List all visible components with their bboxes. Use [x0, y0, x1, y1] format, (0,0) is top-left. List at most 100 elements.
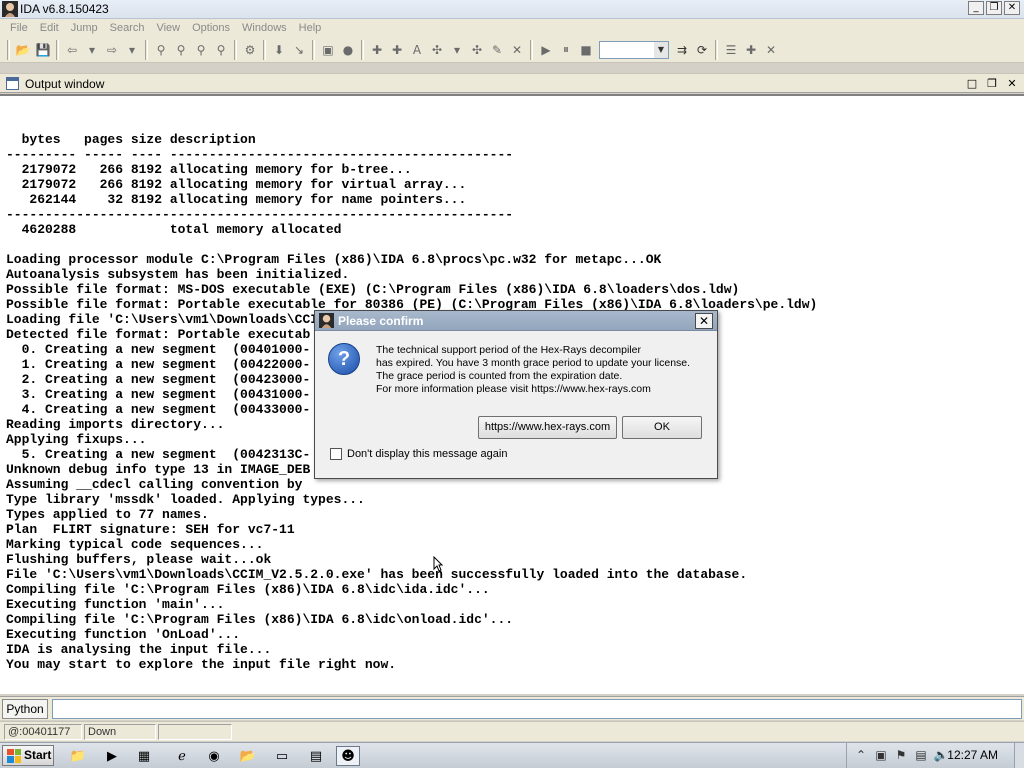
ida-taskbar-icon[interactable]: ☻ [336, 746, 360, 766]
media-player-icon[interactable]: ▶ [100, 746, 124, 766]
network-icon[interactable]: ▤ [913, 747, 929, 763]
log-line: 262144 32 8192 allocating memory for nam… [6, 192, 467, 207]
patch-icon[interactable]: ✎ [487, 40, 507, 60]
back-dropdown-icon[interactable]: ▾ [82, 40, 102, 60]
toolbar-separator [530, 39, 533, 60]
image-icon[interactable]: ▣ [318, 40, 338, 60]
internet-explorer-icon[interactable]: ℯ [170, 746, 194, 766]
menu-view[interactable]: View [150, 22, 186, 34]
stop-icon[interactable]: ■ [576, 40, 596, 60]
log-line: ----------------------------------------… [6, 207, 514, 222]
output-restore-button[interactable]: ❐ [984, 76, 1000, 91]
python-input[interactable] [52, 699, 1022, 719]
windows-logo-icon [7, 748, 21, 763]
tray-app-icon[interactable]: ▣ [873, 747, 889, 763]
toolbar-separator [312, 39, 315, 60]
code-icon[interactable]: ✚ [367, 40, 387, 60]
attach-icon[interactable]: ⇉ [672, 40, 692, 60]
log-line: Assuming __cdecl calling convention by [6, 477, 303, 492]
output-window-title: Output window [25, 77, 105, 91]
show-desktop-button[interactable] [1014, 743, 1024, 768]
system-tray: ⌃ ▣ ⚑ ▤ 🔈 12:27 AM [846, 743, 1024, 768]
ok-button[interactable]: OK [622, 416, 702, 439]
add-breakpoint-icon[interactable]: ✚ [741, 40, 761, 60]
start-button[interactable]: Start [2, 745, 54, 766]
down-arrow-icon[interactable]: ⬇ [269, 40, 289, 60]
log-line: Loading processor module C:\Program File… [6, 252, 662, 267]
log-line: Executing function 'OnLoad'... [6, 627, 241, 642]
menu-edit[interactable]: Edit [34, 22, 65, 34]
menu-search[interactable]: Search [104, 22, 151, 34]
pause-icon[interactable]: ⏸ [556, 40, 576, 60]
chrome-icon[interactable]: ◉ [202, 746, 226, 766]
search-binary-icon[interactable]: ⚲ [191, 40, 211, 60]
archiver-icon[interactable]: ▦ [132, 746, 156, 766]
play-icon[interactable]: ▶ [536, 40, 556, 60]
notepad-icon[interactable]: ▤ [304, 746, 328, 766]
menu-windows[interactable]: Windows [236, 22, 293, 34]
checkbox-label: Don't display this message again [347, 448, 508, 460]
checkbox-box[interactable] [330, 448, 342, 460]
action-center-icon[interactable]: ⚑ [893, 747, 909, 763]
output-minimize-button[interactable]: □ [964, 76, 980, 91]
minimize-button[interactable]: _ [968, 1, 984, 15]
output-close-button[interactable]: ✕ [1004, 76, 1020, 91]
dialog-close-button[interactable]: ✕ [695, 313, 713, 329]
binoculars-icon[interactable]: ⚲ [151, 40, 171, 60]
taskbar-clock[interactable]: 12:27 AM [947, 748, 998, 762]
dialog-message-line: For more information please visit https:… [376, 383, 651, 395]
menu-jump[interactable]: Jump [65, 22, 104, 34]
window-title: IDA v6.8.150423 [20, 2, 109, 16]
search-next-icon[interactable]: ⚲ [211, 40, 231, 60]
confirm-dialog: Please confirm ✕ ? The technical support… [314, 310, 718, 479]
menu-bar: File Edit Jump Search View Options Windo… [0, 19, 1024, 37]
folder-icon[interactable]: 📂 [236, 746, 260, 766]
circle-icon[interactable]: ● [338, 40, 358, 60]
log-line: Type library 'mssdk' loaded. Applying ty… [6, 492, 365, 507]
status-address: @:00401177 [4, 724, 82, 740]
menu-help[interactable]: Help [293, 22, 328, 34]
graph-icon[interactable]: ⚙ [240, 40, 260, 60]
forward-dropdown-icon[interactable]: ▾ [122, 40, 142, 60]
mouse-cursor-icon [433, 556, 443, 572]
undefine-icon[interactable]: ✕ [507, 40, 527, 60]
enum-icon[interactable]: ✣ [467, 40, 487, 60]
log-line: bytes pages size description [6, 132, 256, 147]
menu-file[interactable]: File [4, 22, 34, 34]
list-icon[interactable]: ☰ [721, 40, 741, 60]
title-bar: IDA v6.8.150423 _ ❐ ✕ [0, 0, 1024, 19]
log-line: Possible file format: MS-DOS executable … [6, 282, 740, 297]
debugger-select[interactable] [599, 40, 669, 59]
save-icon[interactable]: 💾 [33, 40, 53, 60]
close-button[interactable]: ✕ [1004, 1, 1020, 15]
refresh-icon[interactable]: ⟳ [692, 40, 712, 60]
dialog-message-line: The technical support period of the Hex-… [376, 344, 641, 356]
jump-icon[interactable]: ↘ [289, 40, 309, 60]
ida-dialog-icon [319, 313, 334, 328]
struct-dropdown-icon[interactable]: ▾ [447, 40, 467, 60]
menu-options[interactable]: Options [186, 22, 236, 34]
log-line: --------- ----- ---- -------------------… [6, 147, 514, 162]
log-line: 2179072 266 8192 allocating memory for v… [6, 177, 467, 192]
window-icon[interactable]: ▭ [270, 746, 294, 766]
log-line: Executing function 'main'... [6, 597, 225, 612]
data-icon[interactable]: ✚ [387, 40, 407, 60]
log-line: Plan FLIRT signature: SEH for vc7-11 [6, 522, 295, 537]
text-icon[interactable]: A [407, 40, 427, 60]
explorer-icon[interactable]: 📁 [66, 746, 90, 766]
hexrays-url-button[interactable]: https://www.hex-rays.com [478, 416, 617, 439]
restore-button[interactable]: ❐ [986, 1, 1002, 15]
struct-icon[interactable]: ✣ [427, 40, 447, 60]
back-arrow-icon[interactable]: ⇦ [62, 40, 82, 60]
dont-display-checkbox[interactable]: Don't display this message again [330, 448, 507, 460]
python-button[interactable]: Python [2, 699, 48, 719]
toolbar-separator [56, 39, 59, 60]
delete-breakpoint-icon[interactable]: ✕ [761, 40, 781, 60]
open-folder-icon[interactable]: 📂 [13, 40, 33, 60]
forward-arrow-icon[interactable]: ⇨ [102, 40, 122, 60]
search-text-icon[interactable]: ⚲ [171, 40, 191, 60]
show-hidden-icons-icon[interactable]: ⌃ [853, 747, 869, 763]
start-label: Start [24, 748, 52, 762]
toolbar-separator [145, 39, 148, 60]
